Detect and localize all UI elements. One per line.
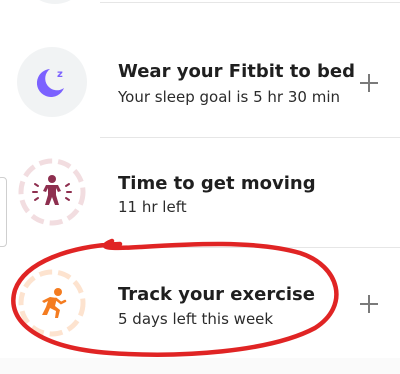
item-title: Track your exercise [118, 284, 315, 305]
bottom-bar [0, 358, 400, 374]
sleep-icon-circle: z [17, 47, 87, 117]
list-item-hourly-activity[interactable]: Time to get moving 11 hr left [0, 137, 400, 247]
add-button[interactable] [360, 295, 378, 313]
list-item-sleep[interactable]: z Wear your Fitbit to bed Your sleep goa… [0, 2, 400, 117]
list-item-exercise[interactable]: Track your exercise 5 days left this wee… [0, 247, 400, 357]
left-edge-element [0, 177, 7, 247]
item-subtitle: Your sleep goal is 5 hr 30 min [118, 88, 340, 106]
item-subtitle: 5 days left this week [118, 310, 274, 328]
add-button[interactable] [360, 74, 378, 92]
svg-text:z: z [57, 69, 63, 80]
moon-icon: z [36, 69, 64, 97]
screen: z Wear your Fitbit to bed Your sleep goa… [0, 0, 400, 374]
running-icon [18, 269, 86, 337]
person-moving-icon [18, 158, 86, 226]
item-title: Wear your Fitbit to bed [118, 61, 355, 82]
item-title: Time to get moving [118, 173, 316, 194]
activity-icon-circle [17, 157, 87, 227]
exercise-icon-circle [17, 268, 87, 338]
item-subtitle: 11 hr left [118, 198, 187, 216]
